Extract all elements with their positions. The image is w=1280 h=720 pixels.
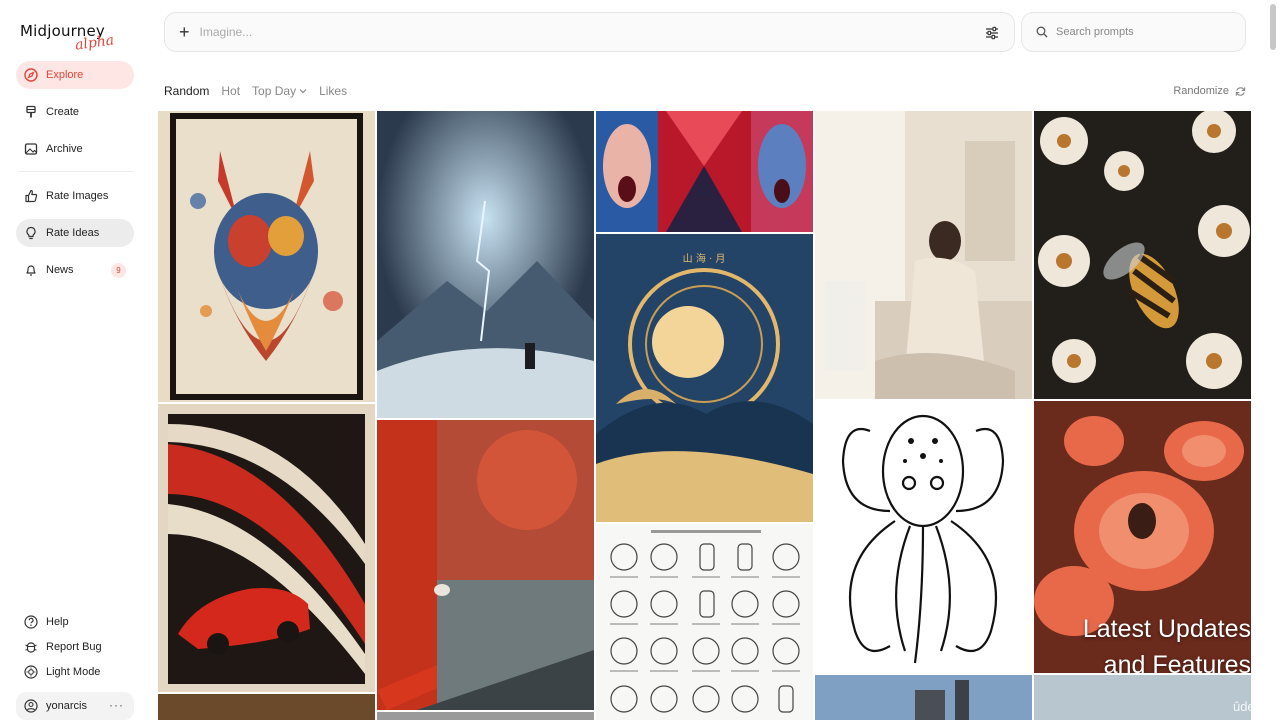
overlay-line-1: Latest Updates bbox=[1082, 615, 1251, 643]
sidebar-item-archive[interactable]: Archive bbox=[16, 135, 134, 163]
bee-flowers-artwork bbox=[1034, 111, 1251, 399]
moon-landscape-artwork: 山 海 · 月 bbox=[596, 234, 813, 522]
sidebar-item-rate-images[interactable]: Rate Images bbox=[16, 182, 134, 210]
bug-icon bbox=[24, 640, 38, 654]
search-prompts-box[interactable] bbox=[1021, 12, 1246, 52]
tab-random[interactable]: Random bbox=[164, 84, 209, 98]
feed-filter-tabs: Random Hot Top Day Likes bbox=[164, 84, 347, 98]
octopus-line-art bbox=[841, 414, 1005, 664]
user-icon bbox=[24, 699, 38, 713]
lightbulb-icon bbox=[24, 226, 38, 240]
artwork-title-glyphs: 山 海 · 月 bbox=[683, 252, 726, 265]
storm-mountain-artwork bbox=[377, 111, 594, 418]
sidebar-divider bbox=[18, 171, 133, 172]
icon-sheet-artwork bbox=[610, 530, 800, 713]
sliders-icon[interactable] bbox=[984, 25, 1000, 41]
gallery-image-octopus-line-art[interactable] bbox=[815, 401, 1032, 673]
imagine-bar[interactable]: + bbox=[164, 12, 1015, 52]
user-menu[interactable]: yonarcis ··· bbox=[16, 692, 134, 720]
sidebar-item-label: Rate Images bbox=[46, 190, 109, 202]
sidebar-item-label: Explore bbox=[46, 69, 84, 81]
sidebar-item-label: News bbox=[46, 264, 74, 276]
compass-icon bbox=[24, 68, 38, 82]
sidebar-item-explore[interactable]: Explore bbox=[16, 61, 134, 89]
sidebar-item-report-bug[interactable]: Report Bug bbox=[16, 633, 134, 661]
sidebar-item-label: Rate Ideas bbox=[46, 227, 100, 239]
page-scrollbar[interactable] bbox=[1270, 4, 1276, 50]
brush-icon bbox=[24, 105, 38, 119]
gallery-image-partial-1[interactable] bbox=[158, 694, 375, 720]
tab-hot[interactable]: Hot bbox=[221, 84, 240, 98]
sun-icon bbox=[24, 665, 38, 679]
chevron-down-icon bbox=[299, 88, 307, 94]
username: yonarcis bbox=[46, 700, 87, 712]
red-temple-artwork bbox=[377, 420, 594, 710]
gallery-image-screaming-faces-corridor[interactable] bbox=[596, 111, 813, 232]
latest-updates-overlay[interactable]: Latest Updates and Features bbox=[1034, 611, 1251, 673]
help-icon bbox=[24, 615, 38, 629]
gallery-image-partial-3[interactable] bbox=[815, 675, 1032, 720]
sidebar-item-label: Create bbox=[46, 106, 80, 118]
gallery-image-horned-warrior[interactable] bbox=[158, 111, 375, 402]
gallery-image-red-temple-cat[interactable] bbox=[377, 420, 594, 710]
horned-warrior-artwork bbox=[170, 113, 363, 400]
sidebar-item-news[interactable]: News 9 bbox=[16, 256, 134, 284]
search-icon bbox=[1036, 26, 1048, 38]
randomize-label: Randomize bbox=[1173, 85, 1229, 97]
thumbs-up-icon bbox=[24, 189, 38, 203]
midjourney-logo[interactable]: Midjourney alpha bbox=[20, 22, 130, 54]
udemy-watermark: ûdemy bbox=[1232, 699, 1272, 714]
sidebar-item-label: Archive bbox=[46, 143, 83, 155]
red-sports-car-artwork bbox=[168, 414, 365, 684]
more-options-icon[interactable]: ··· bbox=[109, 698, 124, 712]
sky-artwork bbox=[815, 675, 1032, 720]
gallery-image-partial-4[interactable] bbox=[1034, 675, 1251, 720]
sidebar-item-create[interactable]: Create bbox=[16, 98, 134, 126]
sidebar-item-label: Light Mode bbox=[46, 666, 101, 678]
refresh-icon bbox=[1235, 86, 1246, 97]
search-prompts-input[interactable] bbox=[1056, 26, 1226, 38]
sidebar-item-help[interactable]: Help bbox=[16, 608, 134, 636]
overlay-line-2: and Features bbox=[1103, 651, 1251, 673]
gallery-image-moon-landscape[interactable]: 山 海 · 月 bbox=[596, 234, 813, 522]
gallery-image-red-sports-car[interactable] bbox=[158, 404, 375, 692]
gallery-image-latest-updates[interactable]: Latest Updates and Features bbox=[1034, 401, 1251, 673]
imagine-input[interactable] bbox=[199, 25, 960, 39]
sidebar-item-label: Report Bug bbox=[46, 641, 102, 653]
tab-top-day-label: Top Day bbox=[252, 84, 297, 98]
bell-icon bbox=[24, 263, 38, 277]
news-count-badge: 9 bbox=[111, 263, 126, 278]
woman-on-sofa-photo bbox=[815, 111, 1032, 399]
corridor-artwork bbox=[596, 111, 813, 232]
gallery-image-woman-on-sofa[interactable] bbox=[815, 111, 1032, 399]
plus-icon[interactable]: + bbox=[179, 23, 190, 41]
sidebar-item-rate-ideas[interactable]: Rate Ideas bbox=[16, 219, 134, 247]
gallery-image-icon-sheet[interactable] bbox=[596, 524, 813, 720]
sidebar-item-label: Help bbox=[46, 616, 69, 628]
randomize-button[interactable]: Randomize bbox=[1173, 85, 1246, 97]
gallery-image-bee-flowers[interactable] bbox=[1034, 111, 1251, 399]
image-icon bbox=[24, 142, 38, 156]
tab-top-day[interactable]: Top Day bbox=[252, 84, 307, 98]
gallery-image-storm-mountain[interactable] bbox=[377, 111, 594, 418]
sidebar-item-light-mode[interactable]: Light Mode bbox=[16, 658, 134, 686]
gallery-image-partial-2[interactable] bbox=[377, 712, 594, 720]
sidebar: Midjourney alpha Explore Create Archive … bbox=[0, 0, 150, 720]
tab-likes[interactable]: Likes bbox=[319, 84, 347, 98]
